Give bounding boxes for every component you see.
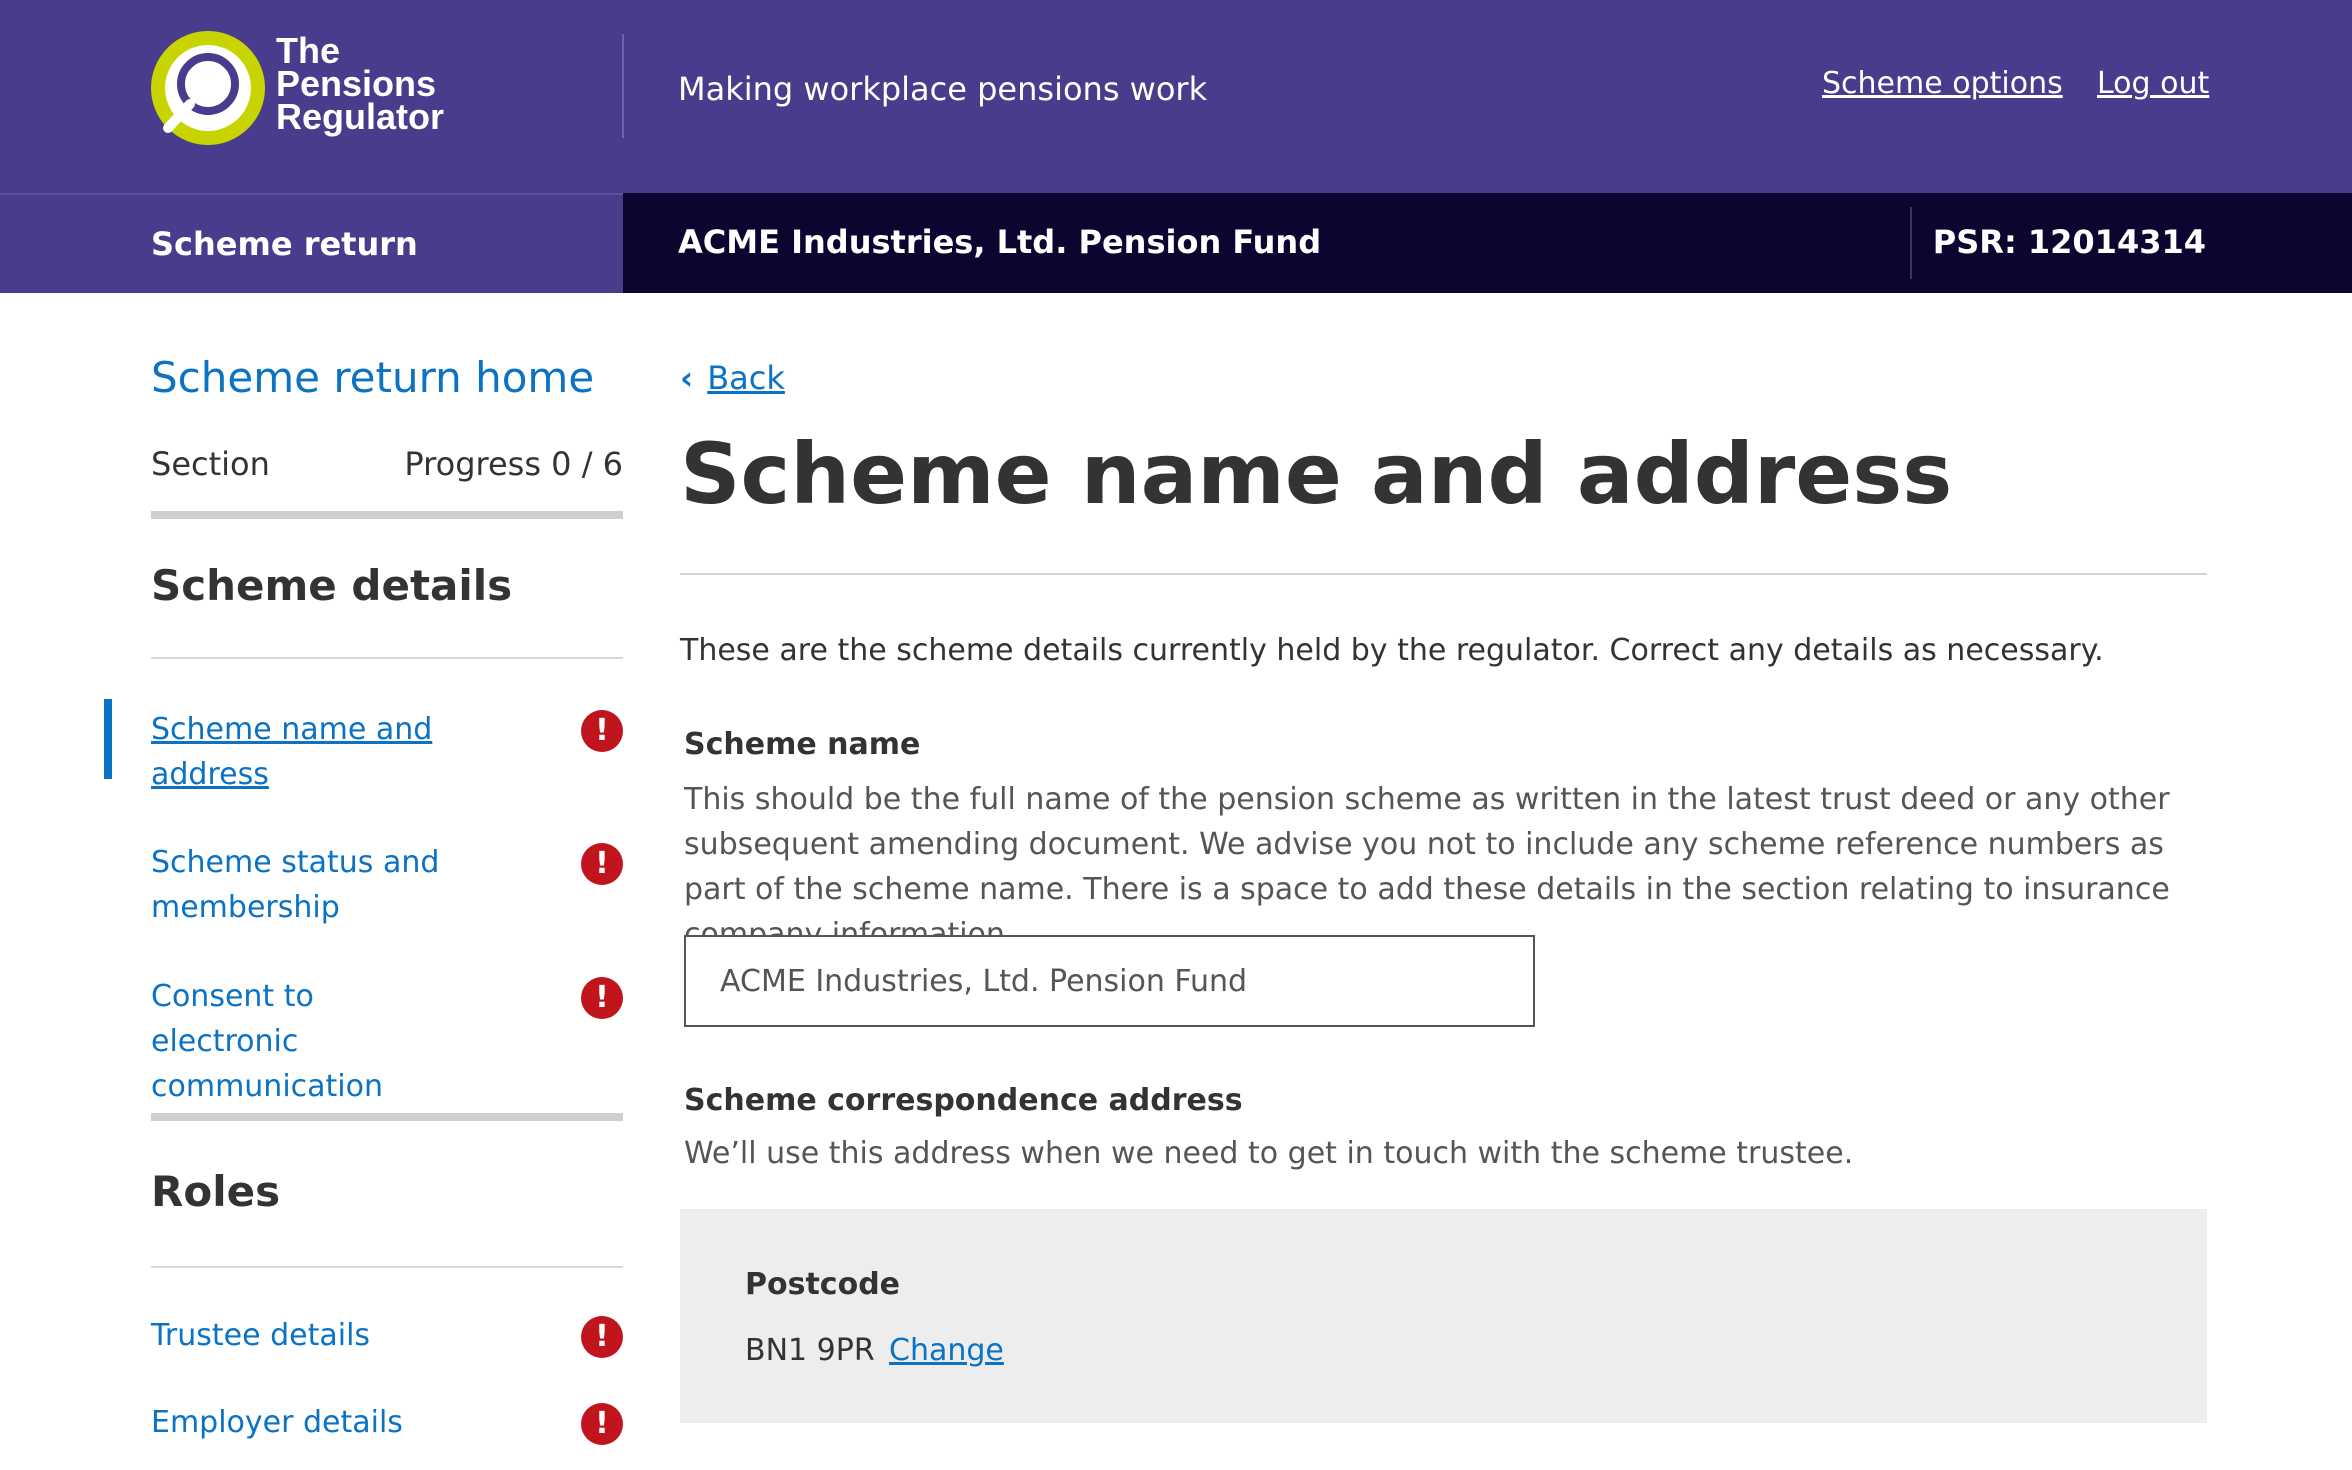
page-title: Scheme name and address — [680, 425, 1953, 523]
active-item-marker — [104, 699, 112, 779]
logo-wordmark: The Pensions Regulator — [276, 33, 445, 137]
sidebar-item-label[interactable]: Employer details — [151, 1400, 451, 1445]
progress-bar — [151, 511, 623, 519]
alert-icon: ! — [581, 843, 623, 885]
address-summary-panel: Postcode BN1 9PR Change — [680, 1209, 2207, 1423]
alert-icon: ! — [581, 977, 623, 1019]
postcode-value: BN1 9PR — [745, 1333, 875, 1368]
site-tagline: Making workplace pensions work — [678, 70, 1208, 108]
scheme-info-bar: ACME Industries, Ltd. Pension Fund PSR: … — [623, 193, 2352, 293]
service-name: Scheme return — [151, 225, 418, 263]
sidebar-item-employer-details[interactable]: Employer details ! — [151, 1400, 623, 1445]
back-link-label: Back — [707, 359, 785, 397]
scheme-name-heading: ACME Industries, Ltd. Pension Fund — [678, 223, 1322, 261]
alert-icon: ! — [581, 1316, 623, 1358]
site-header: The Pensions Regulator Making workplace … — [0, 0, 2352, 193]
correspondence-address-label: Scheme correspondence address — [684, 1083, 1243, 1118]
group-heading-roles: Roles — [151, 1167, 281, 1216]
group-divider-bar — [151, 1113, 623, 1121]
correspondence-address-hint: We’ll use this address when we need to g… — [684, 1136, 1854, 1171]
sidebar-item-scheme-status-and-membership[interactable]: Scheme status and membership ! — [151, 840, 623, 930]
sidebar-item-trustee-details[interactable]: Trustee details ! — [151, 1313, 623, 1358]
scheme-return-home-link[interactable]: Scheme return home — [151, 353, 594, 402]
sidebar-item-label[interactable]: Scheme name and address — [151, 707, 451, 797]
sidebar-item-consent-to-electronic-communication[interactable]: Consent to electronic communication ! — [151, 974, 623, 1109]
change-postcode-link[interactable]: Change — [889, 1333, 1004, 1368]
service-name-bar: Scheme return — [0, 193, 623, 293]
group-heading-scheme-details: Scheme details — [151, 561, 513, 610]
sidebar-item-scheme-name-and-address[interactable]: Scheme name and address ! — [104, 699, 623, 797]
sidebar-item-label[interactable]: Trustee details — [151, 1313, 451, 1358]
section-label: Section — [151, 445, 270, 483]
title-divider — [680, 573, 2207, 575]
sidebar-item-label[interactable]: Consent to electronic communication — [151, 974, 451, 1109]
postcode-label: Postcode — [745, 1267, 901, 1302]
psr-number: PSR: 12014314 — [1932, 223, 2206, 261]
divider — [151, 657, 623, 659]
alert-icon: ! — [581, 710, 623, 752]
progress-row: Section Progress 0 / 6 — [151, 445, 623, 483]
alert-icon: ! — [581, 1403, 623, 1445]
sidebar-item-label[interactable]: Scheme status and membership — [151, 840, 451, 930]
divider — [151, 1266, 623, 1268]
scheme-name-hint: This should be the full name of the pens… — [684, 782, 2170, 952]
subbar-divider — [1910, 207, 1912, 279]
chevron-left-icon: ‹ — [680, 359, 694, 397]
scheme-options-link[interactable]: Scheme options — [1822, 66, 2063, 101]
logo-line: Regulator — [276, 96, 445, 137]
progress-label: Progress 0 / 6 — [404, 445, 623, 483]
log-out-link[interactable]: Log out — [2097, 66, 2209, 101]
intro-text: These are the scheme details currently h… — [680, 633, 2104, 668]
header-divider — [622, 34, 624, 138]
scheme-name-label: Scheme name — [684, 727, 921, 762]
scheme-name-input[interactable] — [684, 935, 1535, 1027]
pensions-regulator-logo[interactable]: The Pensions Regulator — [150, 30, 480, 148]
back-link[interactable]: ‹ Back — [680, 359, 785, 397]
magnifier-logo-icon — [151, 31, 265, 145]
